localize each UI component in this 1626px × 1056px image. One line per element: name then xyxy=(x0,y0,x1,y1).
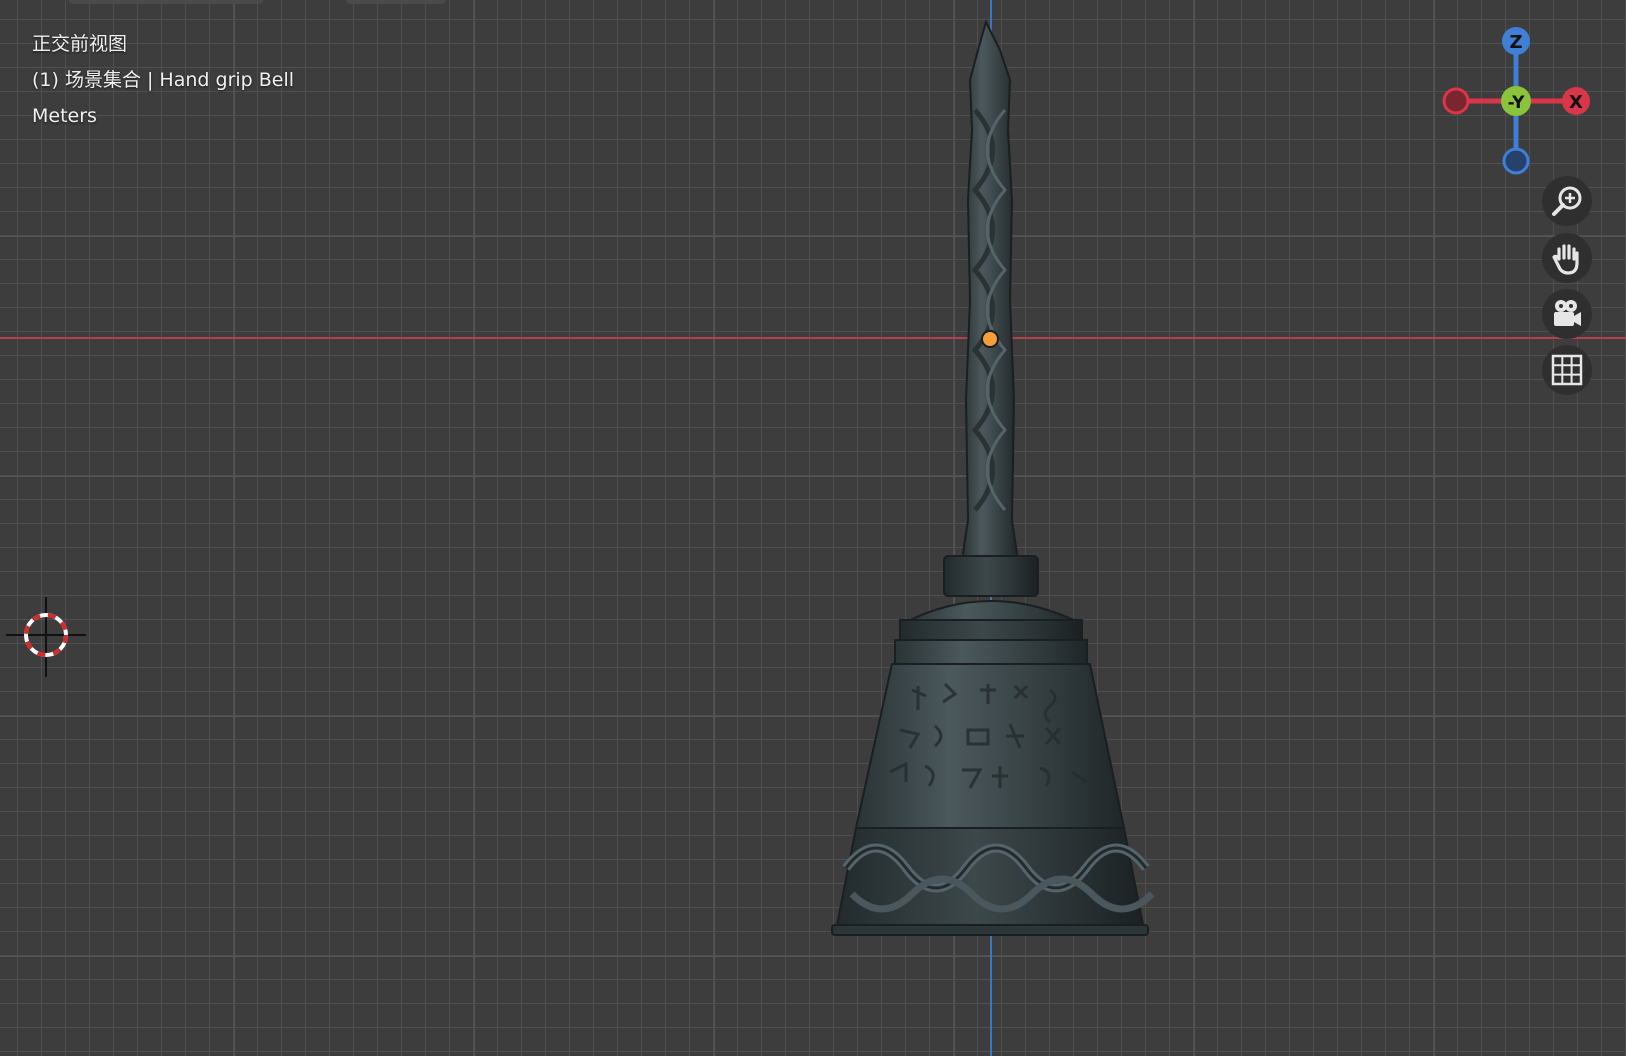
hand-grip-bell-object[interactable] xyxy=(0,0,1626,1056)
x-axis-label: X xyxy=(1569,92,1583,113)
object-origin-point[interactable] xyxy=(981,330,999,348)
zoom-icon xyxy=(1552,186,1582,216)
camera-icon xyxy=(1554,300,1581,326)
view-name-label: 正交前视图 xyxy=(32,33,128,55)
grid-perspective-icon xyxy=(1551,354,1583,386)
toggle-perspective-button[interactable] xyxy=(1542,345,1592,395)
zoom-button[interactable] xyxy=(1542,176,1592,226)
hand-pan-icon xyxy=(1552,244,1579,275)
z-axis-label: Z xyxy=(1509,32,1522,53)
y-axis-label: -Y xyxy=(1508,93,1526,113)
camera-view-button[interactable] xyxy=(1542,289,1592,339)
navigation-gizmo[interactable]: Z X -Y xyxy=(1434,22,1594,182)
collection-object-label: (1) 场景集合 | Hand grip Bell xyxy=(32,69,295,91)
neg-x-axis-handle xyxy=(1442,87,1470,115)
3d-viewport[interactable]: 正交前视图 (1) 场景集合 | Hand grip Bell Meters Z… xyxy=(0,0,1626,1056)
viewport-overlay-text: 正交前视图 (1) 场景集合 | Hand grip Bell Meters xyxy=(32,26,294,134)
3d-cursor-icon[interactable] xyxy=(6,597,86,677)
units-label: Meters xyxy=(32,105,97,127)
neg-z-axis-handle xyxy=(1502,147,1530,175)
pan-button[interactable] xyxy=(1542,233,1592,283)
